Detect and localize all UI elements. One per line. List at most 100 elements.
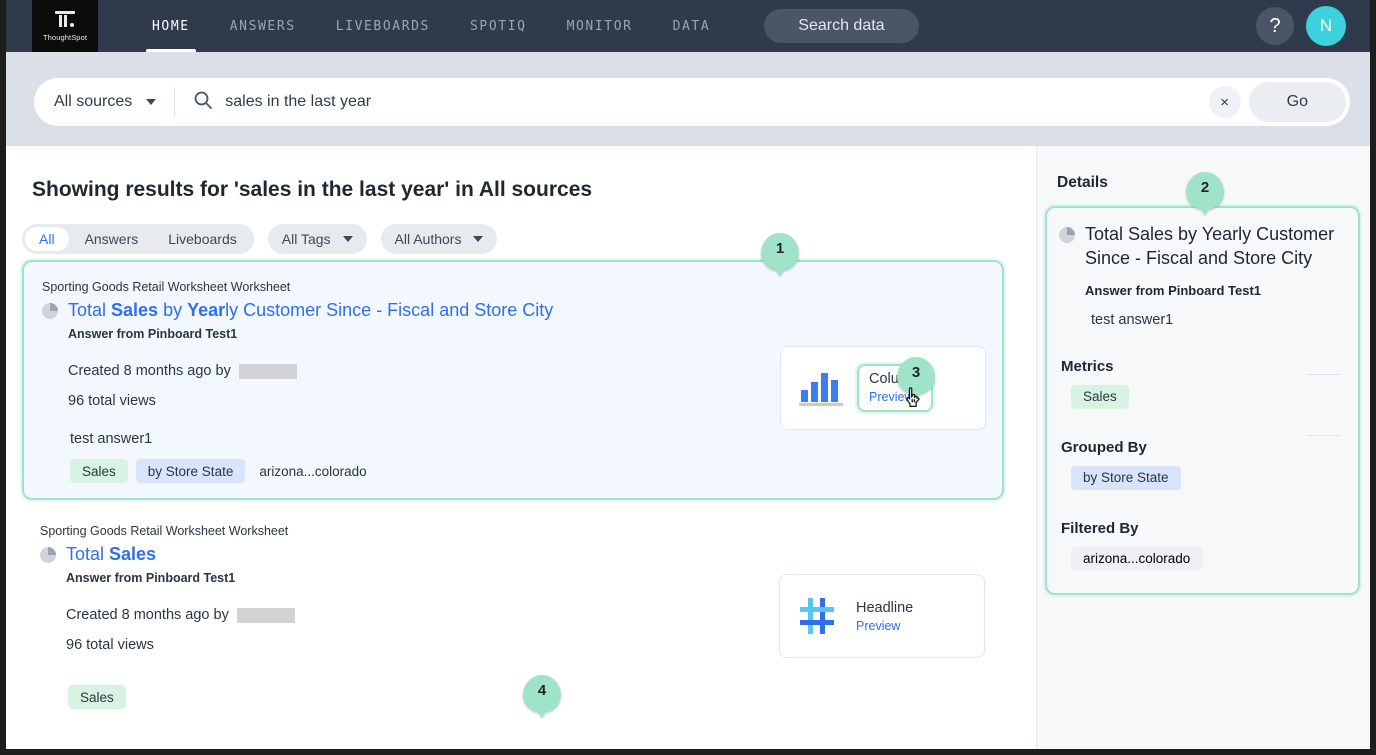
source-selector-label: All sources [54, 93, 132, 111]
nav-item-spotiq[interactable]: SPOTIQ [450, 0, 547, 52]
nav-item-liveboards[interactable]: LIVEBOARDS [316, 0, 450, 52]
nav-item-spotiq-label: SPOTIQ [470, 19, 527, 34]
chip-grouped-by: by Store State [136, 459, 246, 483]
filter-tab-answers-label: Answers [85, 231, 139, 247]
nav-item-home[interactable]: HOME [132, 0, 210, 52]
chip-metric: Sales [68, 685, 126, 709]
type-filter-segmented: All Answers Liveboards [22, 224, 254, 254]
details-subtitle: Answer from Pinboard Test1 [1085, 283, 1342, 298]
details-section-metrics-heading: Metrics [1061, 358, 1342, 375]
nav-item-monitor[interactable]: MONITOR [547, 0, 653, 52]
avatar-initial: N [1320, 16, 1332, 36]
title-seg: Total [66, 544, 109, 564]
authors-filter-dropdown[interactable]: All Authors [381, 224, 498, 254]
result-title[interactable]: Total Sales [66, 544, 156, 565]
result-worksheet-label: Sporting Goods Retail Worksheet Workshee… [42, 280, 1002, 294]
title-seg-bold: Year [187, 300, 225, 320]
result-created-label: Created 8 months ago by [66, 607, 229, 623]
avatar[interactable]: N [1306, 6, 1346, 46]
main-nav-items: HOME ANSWERS LIVEBOARDS SPOTIQ MONITOR D… [132, 0, 730, 52]
thoughtspot-logo-icon [54, 10, 76, 30]
details-title-row: Total Sales by Yearly Customer Since - F… [1059, 222, 1342, 271]
search-box: All sources × Go [34, 78, 1350, 126]
filter-tab-liveboards-label: Liveboards [168, 231, 237, 247]
filter-tab-liveboards[interactable]: Liveboards [154, 227, 251, 251]
title-seg-bold: Sales [109, 544, 156, 564]
chevron-down-icon [343, 236, 353, 242]
details-hairline [1306, 435, 1340, 436]
preview-card-column[interactable]: Column Preview [780, 346, 986, 430]
search-data-button[interactable]: Search data [764, 9, 918, 43]
title-seg-bold: Sales [111, 300, 158, 320]
headline-hash-icon [798, 596, 842, 636]
nav-item-data-label: DATA [673, 19, 711, 34]
details-panel: Details Total Sales by Yearly Customer S… [1036, 146, 1370, 749]
search-input[interactable] [225, 93, 1208, 111]
page-title: Showing results for 'sales in the last y… [32, 178, 1020, 202]
details-grouped-chips: by Store State [1071, 466, 1342, 490]
thoughtspot-logo[interactable]: ThoughtSpot [32, 0, 98, 52]
result-chips: Sales by Store State arizona...colorado [70, 459, 1002, 483]
search-data-label: Search data [798, 17, 884, 35]
pie-chart-icon [40, 547, 56, 563]
result-subtitle: Answer from Pinboard Test1 [68, 327, 1002, 341]
results-pane: Showing results for 'sales in the last y… [6, 146, 1020, 749]
preview-card-headline[interactable]: Headline Preview [779, 574, 985, 658]
source-selector[interactable]: All sources [34, 87, 175, 117]
help-icon[interactable]: ? [1256, 7, 1294, 45]
chip-filter: arizona...colorado [1071, 547, 1202, 571]
nav-item-answers[interactable]: ANSWERS [210, 0, 316, 52]
chip-grouped-by: by Store State [1071, 466, 1181, 490]
title-seg: ly Customer Since - Fiscal and Store Cit… [225, 300, 553, 320]
go-button[interactable]: Go [1249, 82, 1346, 122]
details-section-grouped-heading: Grouped By [1061, 439, 1342, 456]
callout-pin-4: 4 [523, 675, 561, 713]
mouse-cursor-icon [904, 386, 926, 412]
callout-pin-2: 2 [1186, 172, 1224, 210]
result-worksheet-label: Sporting Goods Retail Worksheet Workshee… [40, 524, 1004, 538]
chevron-down-icon [146, 99, 156, 105]
result-title-row: Total Sales [40, 544, 1004, 565]
clear-search-icon[interactable]: × [1209, 86, 1241, 118]
details-title: Total Sales by Yearly Customer Since - F… [1085, 222, 1342, 271]
result-title-row: Total Sales by Yearly Customer Since - F… [42, 300, 1002, 321]
details-description: test answer1 [1091, 312, 1342, 328]
chip-metric: Sales [1071, 385, 1129, 409]
result-title[interactable]: Total Sales by Yearly Customer Since - F… [68, 300, 553, 321]
search-bar-region: All sources × Go [6, 52, 1370, 146]
headline-preview-text: Headline Preview [856, 600, 913, 633]
tags-filter-dropdown[interactable]: All Tags [268, 224, 367, 254]
nav-item-liveboards-label: LIVEBOARDS [336, 19, 430, 34]
result-created-label: Created 8 months ago by [68, 363, 231, 379]
filter-tab-all-label: All [39, 231, 55, 247]
top-navigation-bar: ThoughtSpot HOME ANSWERS LIVEBOARDS SPOT… [6, 0, 1370, 52]
filter-row: All Answers Liveboards All Tags All Auth… [22, 224, 1020, 254]
pie-chart-icon [1059, 227, 1075, 243]
nav-item-home-label: HOME [152, 19, 190, 34]
column-chart-icon [799, 370, 843, 406]
app-window: ThoughtSpot HOME ANSWERS LIVEBOARDS SPOT… [0, 0, 1376, 755]
callout-pin-4-number: 4 [538, 682, 546, 699]
preview-link[interactable]: Preview [856, 619, 913, 633]
nav-right-actions: ? N [1256, 0, 1370, 52]
details-hairline [1306, 374, 1340, 375]
title-seg: by [158, 300, 187, 320]
details-metrics-chips: Sales [1071, 385, 1342, 409]
authors-filter-label: All Authors [395, 231, 462, 247]
redacted-author [237, 608, 295, 623]
callout-pin-2-number: 2 [1201, 179, 1209, 196]
tags-filter-label: All Tags [282, 231, 331, 247]
callout-pin-3-number: 3 [912, 364, 920, 381]
filter-tab-all[interactable]: All [25, 227, 69, 251]
search-icon [193, 90, 213, 115]
nav-item-data[interactable]: DATA [653, 0, 731, 52]
logo-label: ThoughtSpot [43, 33, 87, 42]
filter-tab-answers[interactable]: Answers [71, 227, 153, 251]
clear-search-glyph: × [1220, 94, 1229, 111]
callout-pin-1-number: 1 [776, 240, 784, 257]
chevron-down-icon [473, 236, 483, 242]
nav-item-monitor-label: MONITOR [567, 19, 633, 34]
nav-item-answers-label: ANSWERS [230, 19, 296, 34]
details-content-box: Total Sales by Yearly Customer Since - F… [1045, 206, 1360, 595]
help-icon-glyph: ? [1269, 15, 1280, 38]
